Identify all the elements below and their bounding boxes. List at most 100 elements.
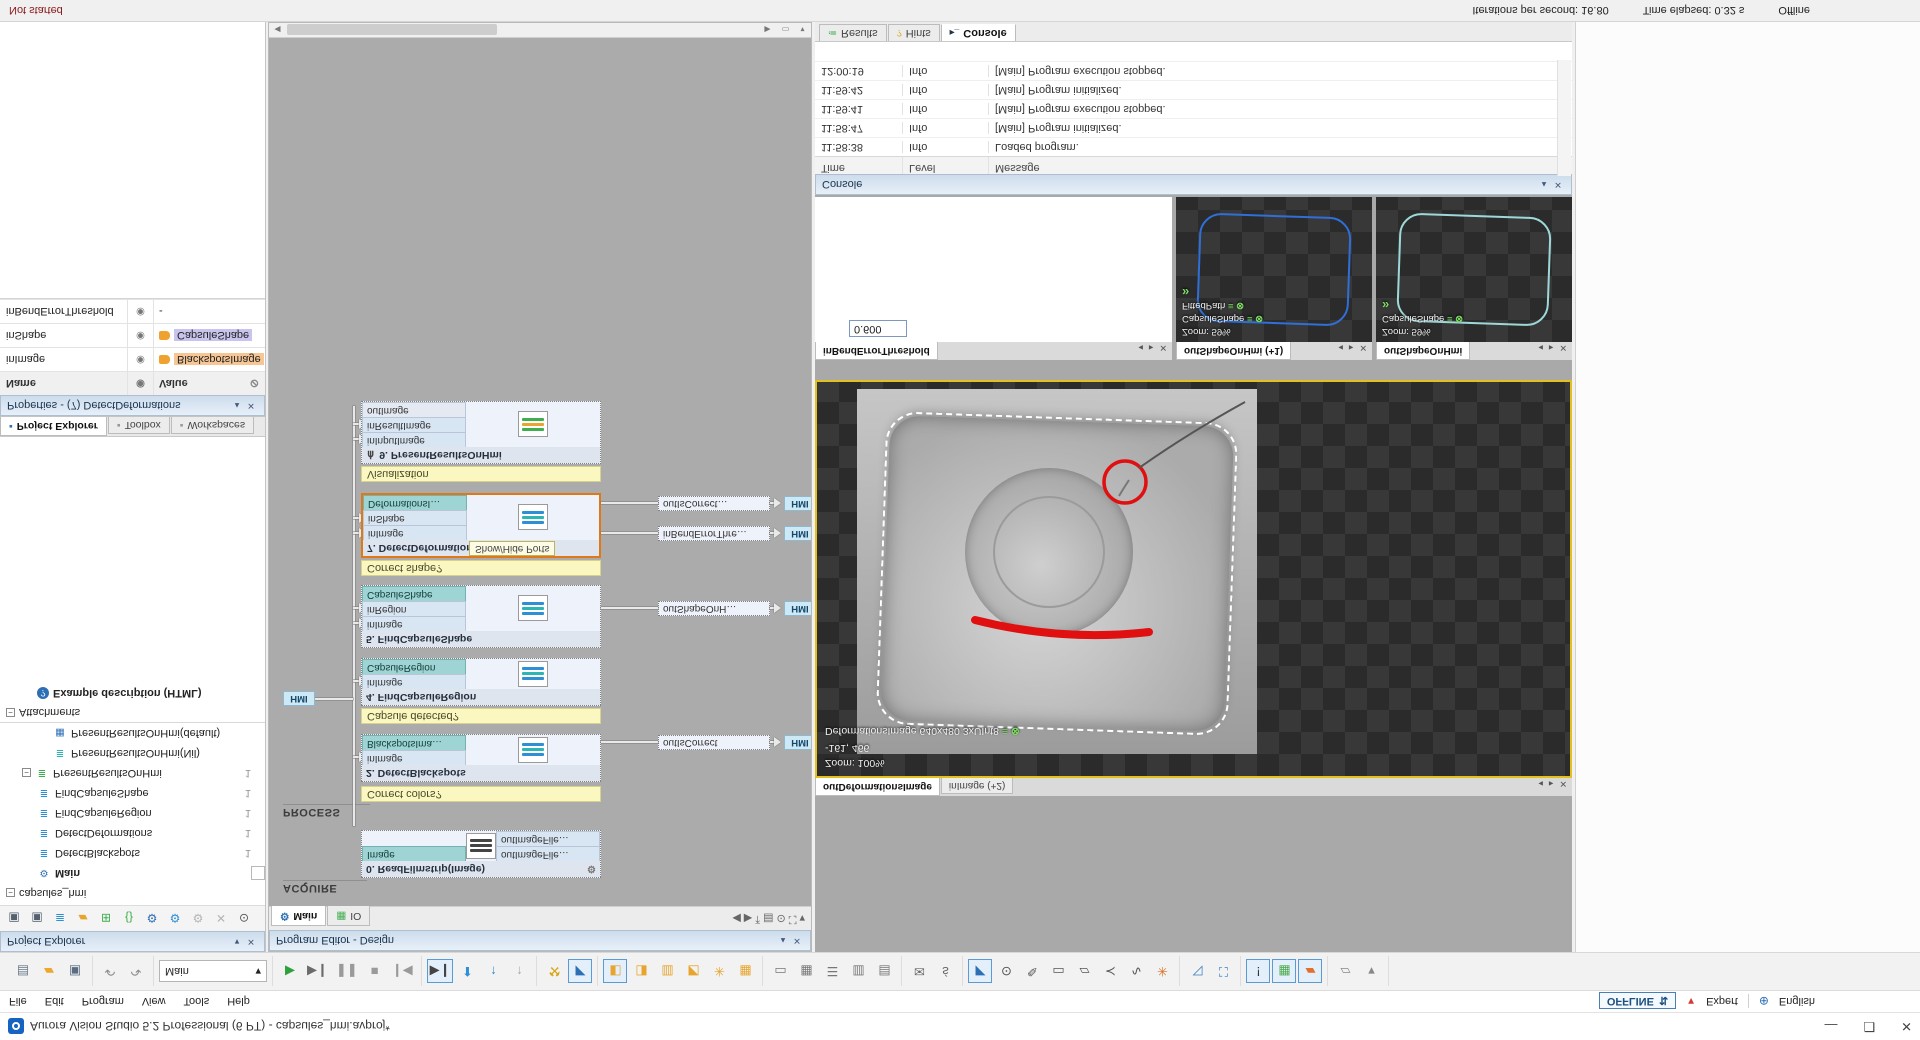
info-overlay-icon[interactable]: ! (1246, 960, 1270, 984)
hmi-port-cell-inBendErrorThre[interactable]: inBendErrorThre… (658, 526, 770, 541)
tree-item-capsules-hmi[interactable]: −capsules_hmi (0, 883, 265, 903)
filter-block-9-presentresultsonhmi[interactable]: ⋔9. PresentResultsOnHmiinInputImageinRes… (361, 401, 601, 464)
step-into-icon[interactable]: ⬆ (455, 960, 479, 984)
view-rows-icon[interactable]: ☰ (820, 960, 844, 984)
comment-icon[interactable]: ▰ (37, 960, 61, 984)
mail-icon[interactable]: ✉ (907, 960, 931, 984)
new-page-icon[interactable]: ▤ (11, 960, 35, 984)
console-row[interactable]: 11:58:47Info[Main] Program initialized. (815, 118, 1572, 137)
layout-2-icon[interactable]: ◨ (629, 960, 653, 984)
add-step-icon[interactable]: ≣ (49, 908, 71, 930)
tab-outdeformationsimage[interactable]: outDeformationsImage (815, 778, 940, 796)
menu-program[interactable]: Program (73, 993, 133, 1011)
hmi-chip[interactable]: HMI (784, 735, 811, 750)
tree-item-presentresultsonhmi[interactable]: −≣PresentResultsOnHmi1 (0, 763, 265, 783)
zoom-menu-icon[interactable]: ▾ (795, 23, 810, 36)
comment[interactable]: Visualization (361, 466, 601, 482)
eye-icon[interactable]: ◉ (128, 300, 154, 323)
layout-5-icon[interactable]: ✳ (707, 960, 731, 984)
no-overlay-icon[interactable]: ▱ (1333, 960, 1357, 984)
tree-item-presentresultsonhmi-default-[interactable]: ▦PresentResultsOnHmi(default) (0, 723, 265, 743)
menu-edit[interactable]: Edit (36, 993, 73, 1011)
prev-view-icon[interactable]: ◂ (1338, 342, 1343, 353)
pause-icon[interactable]: ❚❚ (333, 960, 361, 984)
hmi-port-cell-outShapeOnH[interactable]: outShapeOnH… (658, 601, 770, 616)
menu-view[interactable]: View (133, 993, 175, 1011)
thumb-tab-outshapeonhmi-1-[interactable]: outShapeOnHmi (+1) (1176, 342, 1291, 360)
menu-file[interactable]: File (0, 993, 36, 1011)
port-inInputImage[interactable]: inInputImage (362, 432, 466, 447)
add-module-icon[interactable]: ⚙ (141, 908, 163, 930)
console-row[interactable]: 12:00:19Info[Main] Program execution sto… (815, 61, 1572, 80)
port-BlackspotsIma[interactable]: BlackspotsIma… (362, 735, 466, 750)
redo-icon[interactable]: ↷ (124, 960, 148, 984)
block-settings-icon[interactable]: ⚙ (587, 864, 596, 875)
expert-level[interactable]: Expert (1706, 995, 1738, 1007)
console-tab-console[interactable]: ▸_Console (941, 24, 1016, 41)
add-macrofilter-icon[interactable]: ▣ (3, 908, 25, 930)
properties-collapse-icon[interactable]: ▴ (230, 399, 244, 413)
step-out-icon[interactable]: ↑ (507, 960, 531, 984)
filter-block-4-findcapsuleregion[interactable]: 4. FindCapsuleRegioninImageCapsuleRegion (361, 658, 601, 706)
console-row[interactable]: 11:59:41Info[Main] Program execution sto… (815, 99, 1572, 118)
ed-zoom-icon[interactable]: ⊙ (777, 912, 786, 925)
pointer-tool-icon[interactable]: ◤ (968, 960, 992, 984)
view-grid-icon[interactable]: ▦ (794, 960, 818, 984)
panel-menu-icon[interactable]: ▾ (230, 935, 244, 949)
thumb-view-0[interactable]: 0.600 (815, 197, 1172, 342)
magnifier-icon[interactable]: ⊙ (994, 960, 1018, 984)
tree-item-example-description-html-[interactable]: ?Example description (HTML) (0, 683, 265, 703)
minimize-button[interactable]: — (1824, 1019, 1837, 1034)
hmi-port-cell-outIsCorrect[interactable]: outIsCorrect (658, 735, 770, 750)
iterate-back-icon[interactable]: ❙◀ (389, 960, 416, 984)
console-tab-hints[interactable]: ?Hints (888, 24, 940, 41)
filter-block-2-detectblackspots[interactable]: 2. DetectBlackspotsinImageBlackspotsIma… (361, 734, 601, 782)
menu-help[interactable]: Help (218, 993, 259, 1011)
hmi-port-cell-outIsCorrect[interactable]: outIsCorrect… (658, 496, 770, 511)
add-variant-macro-icon[interactable]: ▣ (26, 908, 48, 930)
view-single-icon[interactable]: ▭ (768, 960, 792, 984)
filter-block-0-readfilmstrip-image-[interactable]: 0. ReadFilmstrip(Image)⚙ImageoutImageFil… (361, 830, 601, 878)
value-filter-icon[interactable]: ⊘ (250, 377, 265, 390)
program-canvas[interactable]: ACQUIREPROCESSCorrect colors?Capsule det… (269, 38, 811, 906)
bend-error-threshold-input[interactable]: 0.600 (849, 320, 907, 337)
run-until-icon[interactable]: ▶❙ (427, 960, 454, 984)
port-outImageFile[interactable]: outImageFile… (496, 846, 600, 861)
zoom-in-icon[interactable]: ◹ (1185, 960, 1209, 984)
eye-icon[interactable]: ◉ (128, 324, 154, 347)
hmi-chip[interactable]: HMI (784, 526, 811, 541)
tree-item-attachments[interactable]: −Attachments (0, 703, 265, 723)
prev-view-icon[interactable]: ◂ (1138, 342, 1143, 353)
tree-item-main[interactable]: ⚙Main (0, 863, 265, 883)
port-CapsuleRegion[interactable]: CapsuleRegion (362, 659, 466, 674)
console-collapse-icon[interactable]: ▴ (1537, 178, 1551, 192)
language-select[interactable]: English (1779, 995, 1815, 1007)
port-Image[interactable]: Image (362, 846, 466, 861)
menu-tools[interactable]: Tools (175, 993, 219, 1011)
scroll-left-icon[interactable]: ◀ (270, 23, 285, 36)
next-view-icon[interactable]: ▸ (1149, 342, 1154, 353)
hmi-chip[interactable]: HMI (784, 601, 811, 616)
ruler-icon[interactable]: ▱ (1072, 960, 1096, 984)
ed-more-icon[interactable]: ▾ (799, 912, 805, 925)
delete-icon[interactable]: ✕ (210, 908, 232, 930)
comment[interactable]: Correct shape? (361, 560, 601, 576)
layers-icon[interactable]: ≡ (1002, 725, 1008, 737)
add-formula-icon[interactable]: {} (118, 908, 140, 930)
console-scrollbar[interactable] (1557, 60, 1571, 176)
prev-view-icon[interactable]: ◂ (1538, 342, 1543, 353)
caliper-icon[interactable]: ≺ (1098, 960, 1122, 984)
view-hmi-icon[interactable]: ▤ (872, 960, 896, 984)
find-icon[interactable]: ⊙ (233, 908, 255, 930)
hmi-source-chip[interactable]: HMI (283, 691, 315, 706)
run-icon[interactable]: ▶ (278, 960, 302, 984)
port-outImage[interactable]: outImage (362, 402, 466, 417)
port-inRegion[interactable]: inRegion (362, 601, 466, 616)
undo-icon[interactable]: ↶ (98, 960, 122, 984)
properties-close-icon[interactable]: ✕ (244, 399, 258, 413)
close-button[interactable]: ✕ (1901, 1018, 1912, 1034)
tree-item-findcapsuleregion[interactable]: ≣FindCapsuleRegion1 (0, 803, 265, 823)
values-overlay-icon[interactable]: ▦ (1272, 960, 1296, 984)
profile-icon[interactable]: ∿ (1124, 960, 1148, 984)
next-view-icon[interactable]: ▸ (1549, 342, 1554, 353)
